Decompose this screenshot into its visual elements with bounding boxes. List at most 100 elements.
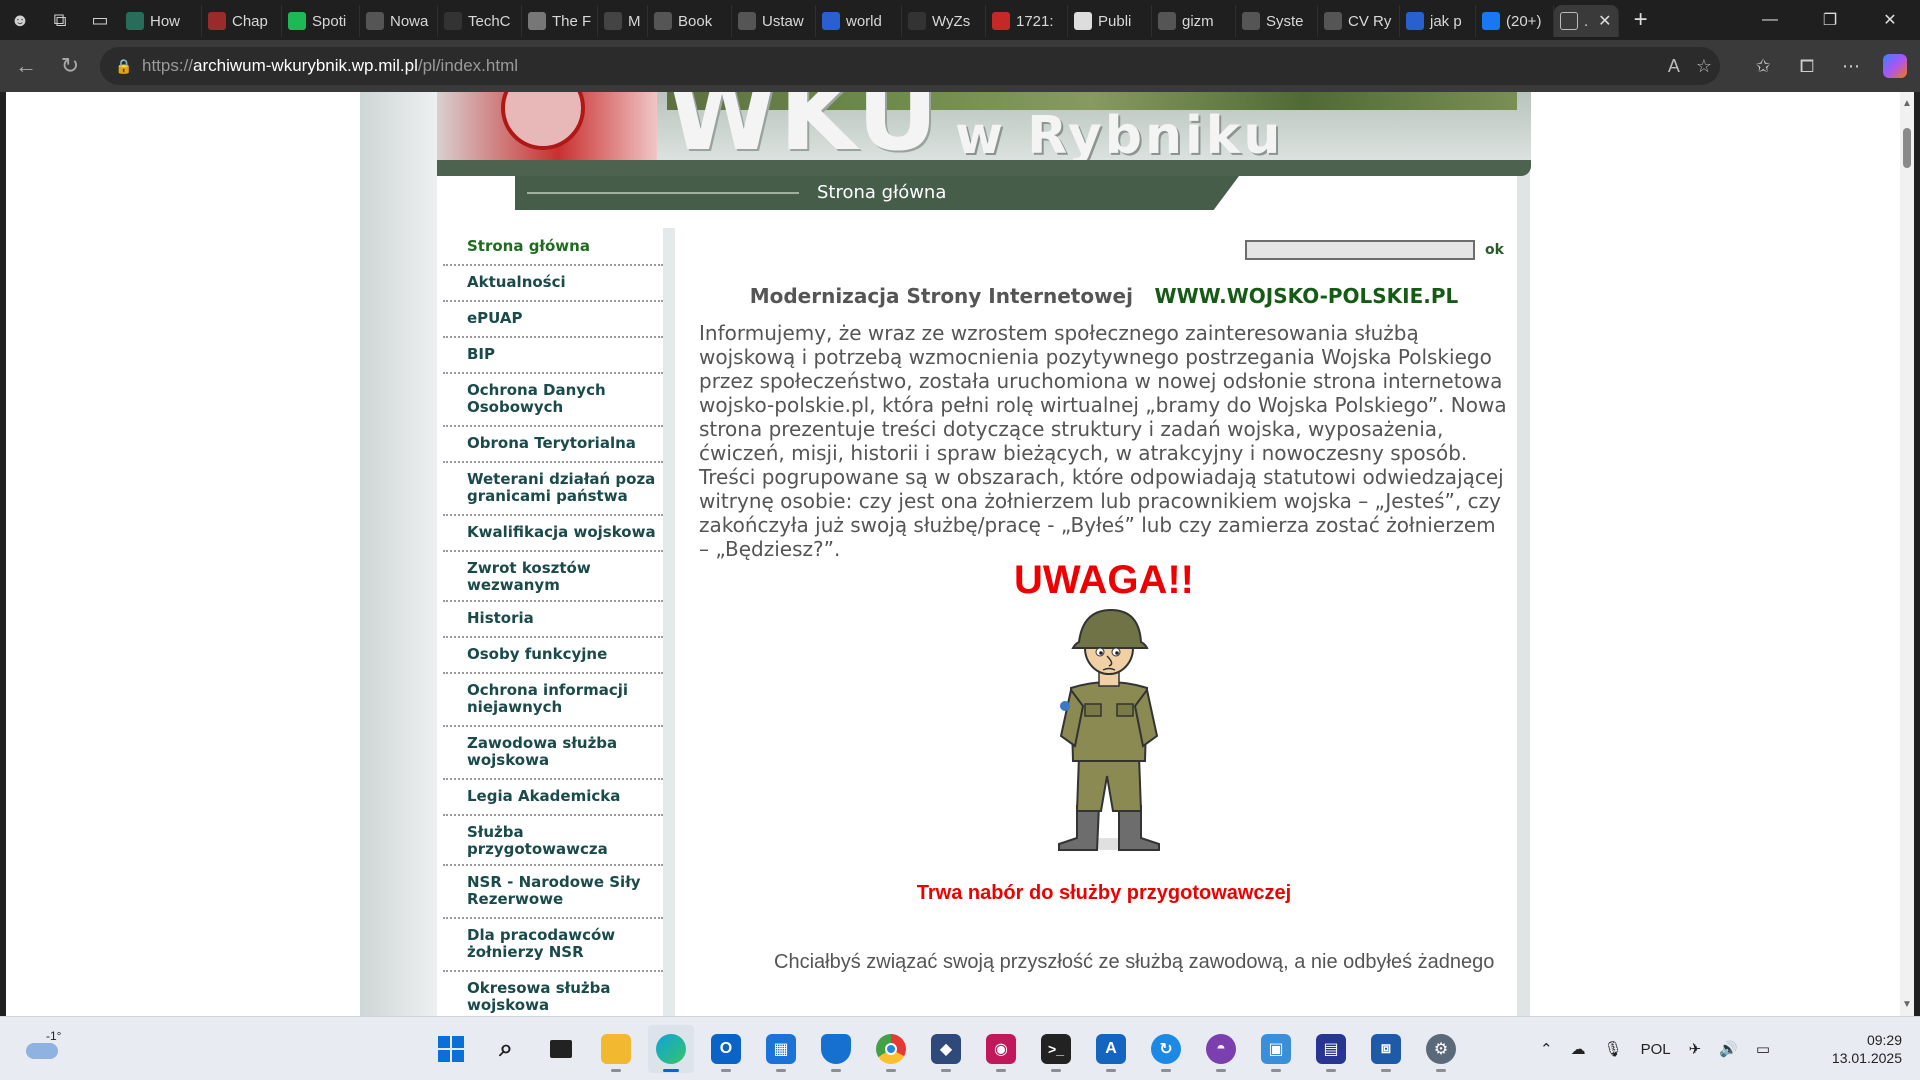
battery-icon[interactable]: ▭ (1756, 1040, 1770, 1058)
address-bar[interactable]: 🔒 https://archiwum-wkurybnik.wp.mil.pl/p… (100, 47, 1720, 85)
profile-icon[interactable]: ☻ (0, 0, 40, 40)
search-ok-button[interactable]: ok (1485, 242, 1504, 258)
sidebar-menu-item[interactable]: Obrona Terytorialna (443, 427, 663, 463)
tab[interactable]: 1721: (986, 5, 1068, 37)
terminal-icon[interactable]: >_ (1033, 1025, 1079, 1073)
github-icon[interactable]: ◓ (1198, 1025, 1244, 1073)
store-icon[interactable]: ▦ (758, 1025, 804, 1073)
new-tab-button[interactable]: + (1623, 2, 1659, 38)
tab[interactable]: Ustaw (732, 5, 816, 37)
news-headline: Modernizacja Strony Internetowej WWW.WOJ… (699, 284, 1509, 308)
weather-widget[interactable]: -1° (24, 1029, 64, 1069)
headline-link[interactable]: WWW.WOJSKO-POLSKIE.PL (1155, 284, 1459, 308)
tab-actions-icon[interactable]: ▭ (80, 0, 120, 40)
remote-desktop-icon[interactable]: ▣ (1253, 1025, 1299, 1073)
tab[interactable]: Syste (1236, 5, 1318, 37)
tab-label: 1721: (1016, 12, 1054, 30)
sidebar-menu-item[interactable]: Historia (443, 602, 663, 638)
chrome-icon[interactable] (868, 1025, 914, 1073)
sidebar-menu-item[interactable]: Kwalifikacja wojskowa (443, 516, 663, 552)
tab[interactable]: Publi (1068, 5, 1152, 37)
tab-label: Publi (1098, 12, 1132, 30)
start-button[interactable] (428, 1025, 474, 1073)
sync-app-icon[interactable]: ↻ (1143, 1025, 1189, 1073)
tab[interactable]: CV Ry (1318, 5, 1400, 37)
volume-icon[interactable]: 🔊 (1719, 1040, 1738, 1058)
sidebar-menu-item[interactable]: Zawodowa służba wojskowa (443, 727, 663, 780)
tab-label: How (150, 12, 181, 30)
outlook-icon[interactable]: O (703, 1025, 749, 1073)
sidebar-menu-item[interactable]: NSR - Narodowe Siły Rezerwowe (443, 866, 663, 919)
sidebar-menu-item[interactable]: Ochrona informacji niejawnych (443, 674, 663, 727)
tab[interactable]: How (120, 5, 202, 37)
tab[interactable]: Chap (202, 5, 282, 37)
back-button[interactable]: ← (4, 44, 48, 88)
search-input[interactable] (1245, 240, 1475, 260)
copilot-icon[interactable] (1878, 49, 1912, 83)
tab[interactable]: Nowa (360, 5, 438, 37)
defender-icon[interactable] (813, 1025, 859, 1073)
recruitment-notice[interactable]: Trwa nabór do służby przygotowawczej (699, 882, 1509, 905)
tab-active[interactable]: . ✕ (1554, 5, 1619, 37)
workspaces-icon[interactable]: ⧉ (40, 0, 80, 40)
tab[interactable]: M (598, 5, 648, 37)
sidebar-menu-item[interactable]: Osoby funkcyjne (443, 638, 663, 674)
tab[interactable]: (20+) (1476, 5, 1554, 37)
sidebar-menu-item[interactable]: Ochrona Danych Osobowych (443, 374, 663, 427)
soldier-illustration (1058, 608, 1160, 851)
chevron-up-icon[interactable]: ⌃ (1540, 1040, 1553, 1058)
scroll-down-icon[interactable]: ▼ (1902, 999, 1912, 1010)
tab[interactable]: world (816, 5, 902, 37)
minimize-button[interactable]: — (1740, 0, 1800, 40)
onedrive-icon[interactable]: ☁ (1571, 1040, 1586, 1058)
edge-icon[interactable] (648, 1025, 694, 1073)
microphone-icon[interactable]: 🎙 (1604, 1040, 1623, 1058)
network-app-icon[interactable]: ⧈ (1363, 1025, 1409, 1073)
tab[interactable]: gizm (1152, 5, 1236, 37)
sidebar-menu-item[interactable]: Zwrot kosztów wezwanym (443, 552, 663, 602)
sidebar-menu-item[interactable]: Weterani działań poza granicami państwa (443, 463, 663, 516)
url-text[interactable]: https://archiwum-wkurybnik.wp.mil.pl/pl/… (142, 56, 518, 76)
tab[interactable]: The F (522, 5, 598, 37)
tab[interactable]: TechC (438, 5, 522, 37)
tab-label: Spoti (312, 12, 347, 30)
read-aloud-icon[interactable]: A (1668, 56, 1680, 77)
scroll-up-icon[interactable]: ▲ (1902, 98, 1912, 109)
tab[interactable]: WyZs (902, 5, 986, 37)
search-icon[interactable]: ⌕ (483, 1025, 529, 1073)
language-indicator[interactable]: POL (1641, 1041, 1671, 1058)
restore-button[interactable]: ❐ (1800, 0, 1860, 40)
clock[interactable]: 09:29 13.01.2025 (1832, 1031, 1902, 1067)
sidebar-menu-item[interactable]: Aktualności (443, 266, 663, 302)
extensions-icon[interactable]: ⧠ (1790, 49, 1824, 83)
sidebar-menu-item[interactable]: Dla pracodawców żołnierzy NSR (443, 919, 663, 972)
close-window-button[interactable]: ✕ (1860, 0, 1920, 40)
task-view-icon[interactable] (538, 1025, 584, 1073)
scrollbar-thumb[interactable] (1903, 128, 1911, 168)
refresh-button[interactable]: ↻ (48, 44, 92, 88)
tab[interactable]: Spoti (282, 5, 360, 37)
save-app-icon[interactable]: ▤ (1308, 1025, 1354, 1073)
more-menu-icon[interactable]: ⋯ (1834, 49, 1868, 83)
sidebar-menu-item[interactable]: BIP (443, 338, 663, 374)
sidebar-menu-item[interactable]: Strona główna (443, 230, 663, 266)
sidebar-menu-item[interactable]: Okresowa służba wojskowa (443, 972, 663, 1016)
tab[interactable]: jak p (1400, 5, 1476, 37)
tab-label: WyZs (932, 12, 971, 30)
site-info-icon[interactable]: 🔒 (106, 58, 142, 75)
media-app-icon[interactable]: ◉ (978, 1025, 1024, 1073)
favorite-star-icon[interactable]: ☆ (1696, 56, 1712, 77)
weather-temp: -1° (46, 1029, 62, 1043)
page-scrollbar[interactable]: ▲ ▼ (1900, 92, 1914, 1016)
sidebar-menu-item[interactable]: ePUAP (443, 302, 663, 338)
azure-icon[interactable]: A (1088, 1025, 1134, 1073)
close-tab-icon[interactable]: ✕ (1598, 11, 1611, 31)
virtualbox-icon[interactable]: ◆ (923, 1025, 969, 1073)
file-explorer-icon[interactable] (593, 1025, 639, 1073)
sidebar-menu-item[interactable]: Legia Akademicka (443, 780, 663, 816)
tab[interactable]: Book (648, 5, 732, 37)
favorites-icon[interactable]: ✩ (1746, 49, 1780, 83)
airplane-icon[interactable]: ✈ (1689, 1040, 1702, 1058)
settings-icon[interactable]: ⚙ (1418, 1025, 1464, 1073)
sidebar-menu-item[interactable]: Służba przygotowawcza (443, 816, 663, 866)
